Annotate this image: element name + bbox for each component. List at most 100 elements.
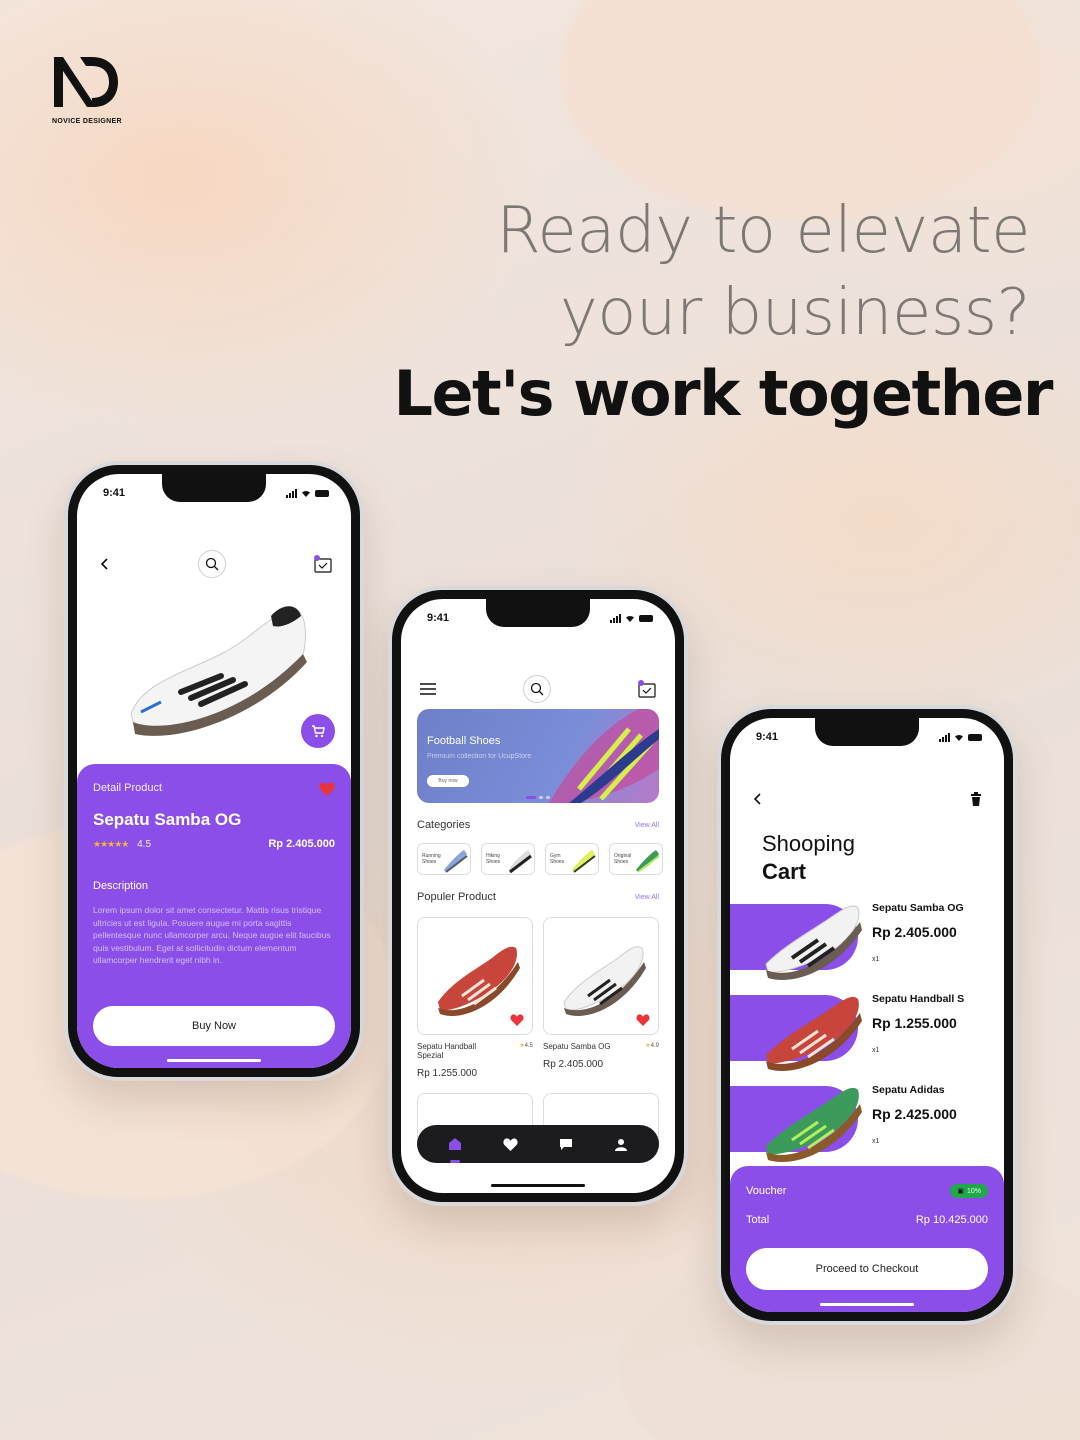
cart-item-price: Rp 2.405.000 [872,924,957,940]
store-icon[interactable] [313,555,333,573]
logo-text: NOVICE DESIGNER [52,118,122,125]
cart-icon [312,725,325,738]
trash-icon[interactable] [970,792,982,806]
product-price: Rp 2.405.000 [268,838,335,850]
product-name: Sepatu Samba OG [543,1042,611,1051]
back-icon[interactable] [99,557,111,571]
cart-item[interactable]: Sepatu Handball S Rp 1.255.000 x1 [730,985,1004,1071]
samba-shoe-image [130,606,307,736]
category-shoe-image [572,850,596,873]
store-icon[interactable] [637,680,657,698]
status-bar: 9:41 [103,486,329,500]
headline-line-1: Ready to elevate [496,194,1030,268]
home-indicator [820,1303,914,1306]
wifi-icon [626,615,634,622]
signal-icon [939,732,950,742]
samba-shoe-image [765,905,862,980]
handball-shoe-image [766,996,862,1071]
cart-item-price: Rp 1.255.000 [872,1015,957,1031]
samba-shoe-image [563,946,646,1017]
rating-value: 4.5 [137,838,152,850]
description-text: Lorem ipsum dolor sit amet consectetur. … [93,905,331,965]
status-bar: 9:41 [427,611,653,625]
categories-view-all-link[interactable]: View All [635,822,659,829]
product-rating: 4.9 [650,1043,659,1049]
back-icon[interactable] [752,792,764,806]
detail-screen: 9:41 Detail Product Sepatu Samba OG ★★★★… [77,474,351,1068]
nav-favorites[interactable] [499,1133,521,1155]
cart-title-line-1: Shooping [762,831,855,856]
section-label: Detail Product [93,782,163,794]
product-price: Rp 2.405.000 [543,1059,604,1070]
category-chip[interactable]: Running Shoes [417,843,471,875]
search-button[interactable] [198,550,226,578]
favorite-heart-icon[interactable] [319,782,335,796]
nav-home[interactable] [444,1133,466,1163]
cart-item[interactable]: Sepatu Adidas Rp 2.425.000 x1 [730,1076,1004,1162]
heart-icon [503,1137,518,1151]
description-title: Description [93,880,149,892]
add-to-cart-button[interactable] [301,714,335,748]
signal-icon [610,613,621,623]
banner-subtitle: Premium collection for UcupStore [427,753,532,760]
search-icon [205,557,219,571]
headline: Ready to elevate your business? Let's wo… [394,190,1054,434]
cart-item[interactable]: Sepatu Samba OG Rp 2.405.000 x1 [730,894,1004,980]
nav-messages[interactable] [555,1133,577,1155]
category-chip[interactable]: Gym Shoes [545,843,599,875]
wifi-icon [302,490,310,497]
battery-icon [968,733,982,741]
cart-item-name: Sepatu Samba OG [872,902,964,914]
product-card[interactable]: Sepatu Samba OG ★4.9 Rp 2.405.000 [543,917,659,1079]
proceed-to-checkout-button[interactable]: Proceed to Checkout [746,1248,988,1290]
cart-item-qty: x1 [872,1138,880,1145]
chat-icon [559,1138,572,1150]
handball-shoe-image [438,946,520,1017]
headline-line-2: your business? [559,276,1031,350]
category-chip[interactable]: Hiking Shoes [481,843,535,875]
product-price: Rp 1.255.000 [417,1068,478,1079]
nav-active-indicator [449,1160,460,1163]
product-image [543,917,659,1035]
carousel-dots[interactable] [526,796,550,799]
search-button[interactable] [523,675,551,703]
status-time: 9:41 [427,612,450,624]
nav-profile[interactable] [610,1133,632,1155]
cart-item-name: Sepatu Handball S [872,993,965,1005]
voucher-badge[interactable]: ▣ 10% [950,1184,988,1198]
categories-title: Categories [417,819,471,831]
category-chip[interactable]: Original Shoes [609,843,663,875]
popular-view-all-link[interactable]: View All [635,894,659,901]
status-time: 9:41 [103,487,126,499]
cart-item-price: Rp 2.425.000 [872,1106,957,1122]
cart-title: Shooping Cart [762,830,855,886]
banner-buy-button[interactable]: Buy now [427,775,469,787]
headline-line-3: Let's work together [393,357,1054,430]
category-shoe-image [636,850,660,873]
home-indicator [491,1184,585,1187]
product-name: Sepatu Handball Spezial [417,1042,477,1060]
cart-item-name: Sepatu Adidas [872,1084,945,1096]
status-time: 9:41 [756,731,779,743]
favorite-heart-icon[interactable] [510,1014,524,1026]
phone-home: 9:41 Football Shoes Premium collection f… [388,586,688,1206]
bottom-nav-bar [417,1125,659,1163]
signal-icon [286,488,297,498]
favorite-heart-icon[interactable] [636,1014,650,1026]
status-bar: 9:41 [756,730,982,744]
brand-logo: NOVICE DESIGNER [52,55,124,125]
product-rating: 4.5 [524,1043,533,1049]
buy-now-button[interactable]: Buy Now [93,1006,335,1046]
total-label: Total [746,1214,770,1226]
football-boot-image [549,709,659,803]
checkout-panel: Voucher ▣ 10% Total Rp 10.425.000 Procee… [730,1166,1004,1312]
banner-title: Football Shoes [427,735,501,747]
product-card[interactable]: Sepatu Handball Spezial ★4.5 Rp 1.255.00… [417,917,533,1079]
battery-icon [639,614,653,622]
voucher-label: Voucher [746,1185,787,1197]
home-icon [448,1138,461,1150]
menu-icon[interactable] [419,682,437,696]
rating-stars: ★★★★★ [93,838,129,849]
promo-banner[interactable]: Football Shoes Premium collection for Uc… [417,709,659,803]
home-screen: 9:41 Football Shoes Premium collection f… [401,599,675,1193]
